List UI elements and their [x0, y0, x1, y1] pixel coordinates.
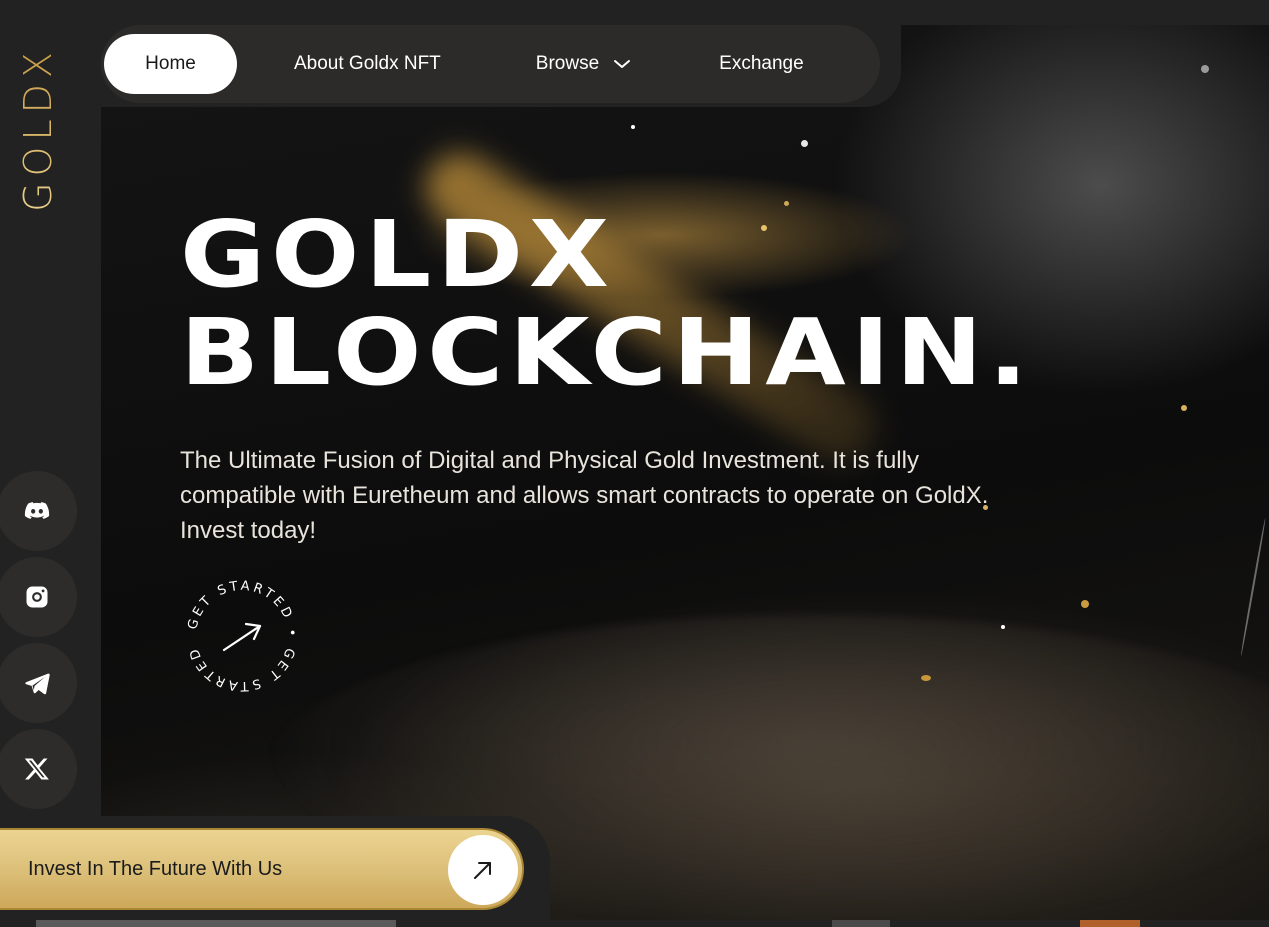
- svg-text:GET STARTED • GET STARTED •: GET STARTED • GET STARTED •: [184, 578, 299, 693]
- telegram-icon: [25, 673, 50, 695]
- thin-line: [1240, 517, 1267, 657]
- get-started-button[interactable]: GET STARTED • GET STARTED •: [179, 567, 300, 694]
- nav-browse-label: Browse: [535, 53, 600, 74]
- bottom-strip: [1080, 920, 1140, 927]
- arrow-up-right-icon: [474, 862, 491, 879]
- nav-browse[interactable]: Browse: [536, 34, 631, 94]
- instagram-button[interactable]: [0, 557, 77, 637]
- hero-title-line1: GOLDX: [180, 201, 615, 308]
- chevron-down-icon: [614, 60, 631, 68]
- telegram-button[interactable]: [0, 643, 77, 723]
- get-started-text: GET STARTED • GET STARTED •: [179, 567, 296, 693]
- discord-button[interactable]: [0, 471, 77, 551]
- get-started-badge: GET STARTED • GET STARTED •: [179, 567, 299, 693]
- gold-speck: [921, 675, 931, 681]
- logo[interactable]: GOLDX: [0, 24, 76, 234]
- white-speck: [631, 125, 635, 129]
- nav-home[interactable]: Home: [104, 34, 237, 94]
- hero-description: The Ultimate Fusion of Digital and Physi…: [180, 447, 989, 544]
- left-rail: GOLDX: [0, 0, 100, 927]
- white-speck: [801, 140, 808, 147]
- bottom-strip: [832, 920, 890, 927]
- main-navigation: Home About Goldx NFT Browse Exchange: [101, 25, 880, 103]
- bottom-strip: [36, 920, 396, 927]
- hero-title: GOLDX BLOCKCHAIN.: [180, 206, 1033, 402]
- x-twitter-button[interactable]: [0, 729, 77, 809]
- arrow-up-right-icon: [222, 622, 262, 652]
- x-icon: [24, 758, 49, 780]
- white-speck: [1001, 625, 1005, 629]
- hero-title-line2: BLOCKCHAIN.: [180, 299, 1034, 406]
- logo-text: GOLDX: [16, 46, 60, 212]
- invest-cta-button[interactable]: Invest In The Future With Us: [0, 828, 524, 910]
- cta-label: Invest In The Future With Us: [28, 857, 283, 880]
- white-speck: [1201, 65, 1209, 73]
- instagram-icon: [26, 586, 48, 608]
- page: GOLDX Home About Goldx NFT Browse Exchan…: [0, 0, 1269, 927]
- cta-arrow-button[interactable]: [448, 835, 518, 905]
- nav-exchange[interactable]: Exchange: [719, 34, 804, 94]
- nav-about-goldx-nft[interactable]: About Goldx NFT: [294, 34, 441, 94]
- gold-speck: [1081, 600, 1089, 608]
- discord-icon: [24, 502, 50, 519]
- gold-speck: [1181, 405, 1187, 411]
